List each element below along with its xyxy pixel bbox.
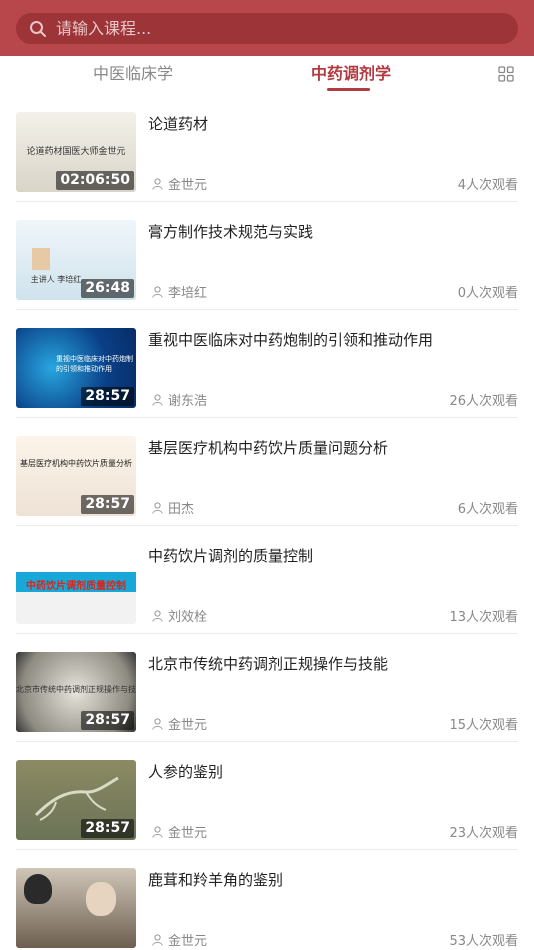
view-count: 53人次观看 xyxy=(449,934,518,949)
tab-clinical[interactable]: 中医临床学 xyxy=(93,64,173,84)
course-teacher: 金世元 xyxy=(152,174,207,193)
tab-dispensing[interactable]: 中药调剂学 xyxy=(311,64,391,84)
course-thumbnail[interactable]: 主讲人 李培红 26:48 xyxy=(16,220,136,300)
view-count: 15人次观看 xyxy=(449,718,518,733)
video-duration: 28:57 xyxy=(81,387,134,406)
course-title[interactable]: 基层医疗机构中药饮片质量问题分析 xyxy=(148,438,518,458)
course-teacher: 金世元 xyxy=(152,822,207,841)
teacher-name: 谢东浩 xyxy=(168,394,208,409)
thumbnail-caption: 论道药材国医大师金世元 xyxy=(26,147,126,157)
course-thumbnail[interactable]: 北京市传统中药调剂正规操作与技能 28:57 xyxy=(16,652,136,732)
video-duration: 28:57 xyxy=(81,495,134,514)
person-icon xyxy=(152,285,163,298)
course-title[interactable]: 鹿茸和羚羊角的鉴别 xyxy=(148,870,518,890)
person-icon xyxy=(152,825,163,838)
speaker-photo xyxy=(32,248,50,270)
course-teacher: 金世元 xyxy=(152,930,207,949)
video-duration: 02:06:50 xyxy=(56,171,134,190)
course-title[interactable]: 重视中医临床对中药炮制的引领和推动作用 xyxy=(148,330,518,350)
course-teacher: 刘效栓 xyxy=(152,606,207,625)
teacher-name: 田杰 xyxy=(168,502,195,517)
course-item[interactable]: 28:57 人参的鉴别 金世元 23人次观看 xyxy=(0,742,534,850)
thumbnail-caption: 基层医疗机构中药饮片质量分析 xyxy=(20,459,132,468)
course-item[interactable]: 基层医疗机构中药饮片质量分析 28:57 基层医疗机构中药饮片质量问题分析 田杰… xyxy=(0,418,534,526)
person-icon xyxy=(152,609,163,622)
teacher-name: 李培红 xyxy=(168,286,208,301)
view-count: 4人次观看 xyxy=(457,178,518,193)
course-item[interactable]: 中药饮片调剂质量控制 中药饮片调剂的质量控制 刘效栓 13人次观看 xyxy=(0,526,534,634)
person-icon xyxy=(152,393,163,406)
course-thumbnail[interactable]: 中药饮片调剂质量控制 xyxy=(16,544,136,624)
view-count: 0人次观看 xyxy=(457,286,518,301)
header-bar xyxy=(0,0,534,56)
teacher-name: 金世元 xyxy=(168,178,208,193)
course-thumbnail[interactable]: 重视中医临床对中药炮制的引领和推动作用 28:57 xyxy=(16,328,136,408)
teacher-name: 金世元 xyxy=(168,826,208,841)
search-icon xyxy=(30,20,46,37)
grid-menu-icon[interactable] xyxy=(498,66,514,82)
teacher-name: 金世元 xyxy=(168,934,208,949)
video-duration: 28:57 xyxy=(81,819,134,838)
active-tab-indicator xyxy=(327,88,370,91)
thumbnail-caption: 重视中医临床对中药炮制的引领和推动作用 xyxy=(56,355,133,373)
person-icon xyxy=(152,177,163,190)
course-teacher: 李培红 xyxy=(152,282,207,301)
course-title[interactable]: 膏方制作技术规范与实践 xyxy=(148,222,518,242)
person-photo xyxy=(24,874,52,904)
person-icon xyxy=(152,933,163,946)
course-item[interactable]: 重视中医临床对中药炮制的引领和推动作用 28:57 重视中医临床对中药炮制的引领… xyxy=(0,310,534,418)
view-count: 6人次观看 xyxy=(457,502,518,517)
teacher-name: 金世元 xyxy=(168,718,208,733)
view-count: 23人次观看 xyxy=(449,826,518,841)
thumbnail-caption: 北京市传统中药调剂正规操作与技能 xyxy=(16,685,136,694)
category-tabs: 中医临床学 中药调剂学 xyxy=(0,56,534,94)
view-count: 26人次观看 xyxy=(449,394,518,409)
course-item[interactable]: 论道药材国医大师金世元 02:06:50 论道药材 金世元 4人次观看 xyxy=(0,94,534,202)
course-thumbnail[interactable]: 基层医疗机构中药饮片质量分析 28:57 xyxy=(16,436,136,516)
person-icon xyxy=(152,501,163,514)
person-icon xyxy=(152,717,163,730)
course-title[interactable]: 人参的鉴别 xyxy=(148,762,518,782)
course-item[interactable]: 北京市传统中药调剂正规操作与技能 28:57 北京市传统中药调剂正规操作与技能 … xyxy=(0,634,534,742)
course-teacher: 谢东浩 xyxy=(152,390,207,409)
course-item[interactable]: 鹿茸和羚羊角的鉴别 金世元 53人次观看 xyxy=(0,850,534,950)
course-thumbnail[interactable]: 论道药材国医大师金世元 02:06:50 xyxy=(16,112,136,192)
teacher-name: 刘效栓 xyxy=(168,610,208,625)
course-thumbnail[interactable] xyxy=(16,868,136,948)
ginseng-photo xyxy=(34,776,119,821)
course-title[interactable]: 论道药材 xyxy=(148,114,518,134)
thumbnail-caption: 中药饮片调剂质量控制 xyxy=(26,581,126,592)
course-item[interactable]: 主讲人 李培红 26:48 膏方制作技术规范与实践 李培红 0人次观看 xyxy=(0,202,534,310)
person-photo xyxy=(86,882,116,916)
course-title[interactable]: 中药饮片调剂的质量控制 xyxy=(148,546,518,566)
search-input[interactable] xyxy=(56,19,496,38)
course-title[interactable]: 北京市传统中药调剂正规操作与技能 xyxy=(148,654,518,674)
course-teacher: 田杰 xyxy=(152,498,194,517)
search-bar[interactable] xyxy=(16,13,518,44)
course-thumbnail[interactable]: 28:57 xyxy=(16,760,136,840)
video-duration: 28:57 xyxy=(81,711,134,730)
course-teacher: 金世元 xyxy=(152,714,207,733)
view-count: 13人次观看 xyxy=(449,610,518,625)
video-duration: 26:48 xyxy=(81,279,134,298)
